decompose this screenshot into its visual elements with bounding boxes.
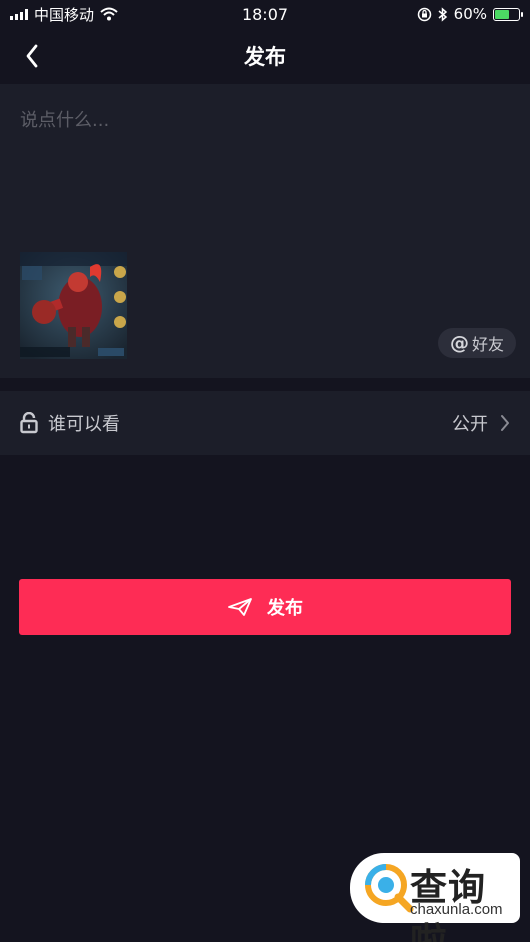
status-bar-left: 中国移动 [10, 4, 118, 25]
nav-bar: 发布 [0, 28, 530, 84]
mention-label: 好友 [471, 335, 504, 354]
mention-friend-button[interactable]: @ 好友 [437, 328, 516, 358]
game-character-image [20, 252, 127, 359]
battery-level-fill [495, 9, 509, 19]
page-title: 发布 [244, 45, 286, 69]
cellular-signal-icon [10, 8, 28, 20]
paper-plane-icon [228, 598, 252, 616]
chevron-left-icon [26, 44, 38, 68]
video-thumbnail[interactable] [20, 252, 127, 359]
at-symbol-icon: @ [449, 332, 469, 354]
bluetooth-icon [438, 6, 447, 22]
privacy-value: 公开 [452, 414, 488, 435]
publish-button-label: 发布 [267, 598, 303, 619]
unlock-icon [20, 412, 38, 434]
carrier-name: 中国移动 [34, 5, 95, 24]
orientation-lock-icon [417, 7, 431, 21]
watermark-name: 查询啦 [410, 866, 486, 942]
magnifier-logo-icon [365, 864, 414, 913]
battery-icon [493, 7, 523, 21]
status-bar: 中国移动 18:07 60% [0, 0, 530, 28]
privacy-label: 谁可以看 [48, 414, 120, 435]
watermark-domain: chaxunla.com [410, 901, 503, 918]
chevron-right-icon [501, 415, 509, 431]
wifi-icon [100, 7, 118, 21]
back-button[interactable] [14, 40, 50, 72]
status-bar-right: 60% [417, 5, 523, 23]
publish-button[interactable]: 发布 [19, 579, 511, 635]
watermark-logo: 查询啦 chaxunla.com [350, 853, 520, 942]
battery-percent: 60% [453, 5, 487, 23]
privacy-setting-row[interactable]: 谁可以看 公开 [0, 391, 530, 455]
compose-panel: @ 好友 [0, 84, 530, 378]
caption-input[interactable] [20, 102, 510, 138]
